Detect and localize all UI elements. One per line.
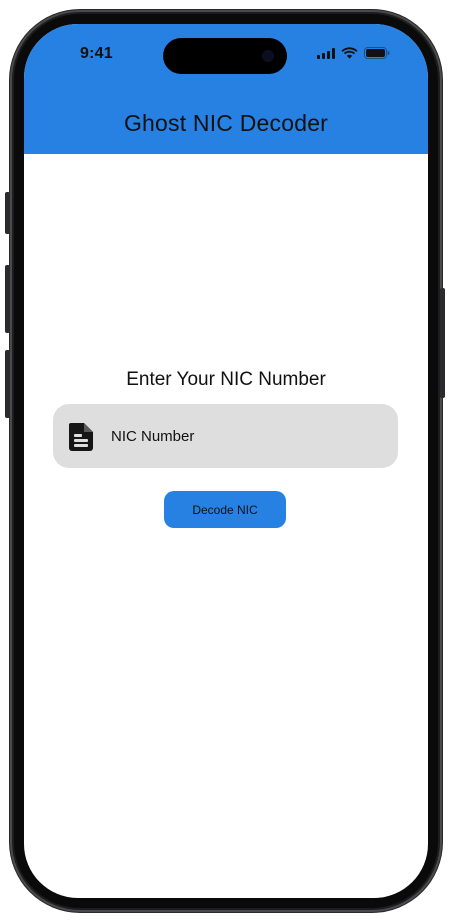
status-icons bbox=[317, 47, 390, 59]
battery-icon bbox=[364, 47, 390, 59]
action-button bbox=[5, 192, 10, 234]
nic-prompt-heading: Enter Your NIC Number bbox=[126, 369, 326, 390]
wifi-icon bbox=[341, 47, 358, 59]
power-button bbox=[440, 288, 445, 398]
app-bar: 9:41 Ghost NIC Decoder bbox=[24, 24, 428, 154]
page-title: Ghost NIC Decoder bbox=[123, 110, 329, 136]
document-icon bbox=[69, 423, 93, 451]
phone-screen: 9:41 Ghost NIC Decoder Enter Your NIC Nu… bbox=[24, 24, 428, 898]
dynamic-island bbox=[163, 38, 287, 74]
volume-down-button bbox=[5, 350, 10, 418]
status-time: 9:41 bbox=[80, 45, 113, 62]
cellular-signal-icon bbox=[317, 47, 335, 59]
volume-up-button bbox=[5, 265, 10, 333]
front-camera-icon bbox=[262, 50, 274, 62]
decode-nic-button[interactable]: Decode NIC bbox=[164, 491, 286, 528]
nic-number-input[interactable] bbox=[109, 404, 389, 468]
nic-input-container[interactable] bbox=[53, 404, 398, 468]
